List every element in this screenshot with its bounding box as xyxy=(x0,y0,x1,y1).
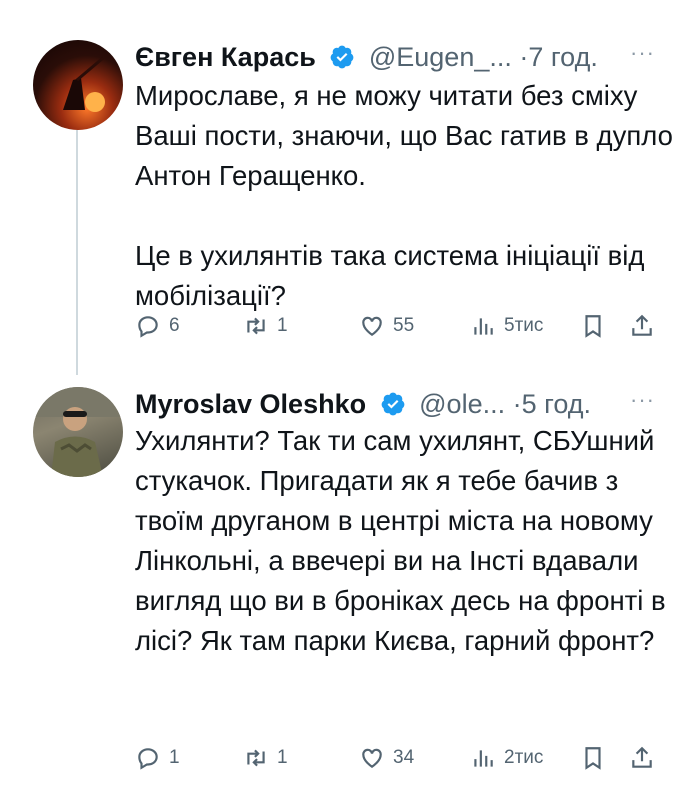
verified-badge-icon xyxy=(330,45,354,69)
repost-icon xyxy=(247,749,265,767)
thread-connector-line xyxy=(76,130,78,375)
author-handle[interactable]: @ole... xyxy=(419,389,505,419)
view-count: 5тис xyxy=(504,315,544,336)
views-chart-icon xyxy=(474,750,493,767)
views-chart-icon xyxy=(474,318,493,335)
tweet-time[interactable]: ·5 год. xyxy=(513,389,591,419)
reply-button[interactable]: 6 xyxy=(135,313,180,339)
view-count: 2тис xyxy=(504,747,544,768)
share-icon xyxy=(632,314,652,336)
more-options-icon[interactable]: ··· xyxy=(630,40,655,66)
author-name[interactable]: Myroslav Oleshko xyxy=(135,389,366,419)
reply-icon xyxy=(138,316,158,338)
reply-count: 1 xyxy=(169,747,180,768)
like-count: 34 xyxy=(393,747,415,768)
author-handle[interactable]: @Eugen_... xyxy=(369,42,512,72)
like-button[interactable]: 34 xyxy=(359,745,414,771)
heart-icon xyxy=(362,316,382,336)
share-button[interactable] xyxy=(629,313,655,339)
repost-count: 1 xyxy=(277,747,288,768)
bookmark-icon xyxy=(585,747,601,770)
share-icon xyxy=(632,746,652,768)
tweet-actions: 6 1 55 5тис xyxy=(135,313,655,347)
tweet-header: Myroslav Oleshko @ole... ·5 год. xyxy=(135,387,591,421)
tweet-header: Євген Карась @Eugen_... ·7 год. xyxy=(135,40,598,74)
tweet-actions: 1 1 34 2тис xyxy=(135,745,655,779)
share-button[interactable] xyxy=(629,745,655,771)
verified-badge-icon xyxy=(381,392,404,416)
author-name[interactable]: Євген Карась xyxy=(135,42,316,72)
repost-button[interactable]: 1 xyxy=(243,313,288,339)
reply-icon xyxy=(138,748,158,770)
tweet-text: Мирославе, я не можу читати без сміху Ва… xyxy=(135,80,673,311)
bookmark-button[interactable] xyxy=(580,313,606,339)
bookmark-icon xyxy=(585,315,601,338)
avatar[interactable] xyxy=(33,40,123,130)
bookmark-button[interactable] xyxy=(580,745,606,771)
heart-icon xyxy=(362,748,382,768)
repost-count: 1 xyxy=(277,315,288,336)
more-options-icon[interactable]: ··· xyxy=(630,387,655,413)
like-button[interactable]: 55 xyxy=(359,313,414,339)
repost-icon xyxy=(247,317,265,335)
like-count: 55 xyxy=(393,315,415,336)
reply-count: 6 xyxy=(169,315,180,336)
tweet-text: Ухилянти? Так ти сам ухилянт, СБУшний ст… xyxy=(135,425,666,656)
reply-button[interactable]: 1 xyxy=(135,745,180,771)
views-button[interactable]: 2тис xyxy=(470,745,543,771)
views-button[interactable]: 5тис xyxy=(470,313,543,339)
avatar[interactable] xyxy=(33,387,123,477)
tweet-time[interactable]: ·7 год. xyxy=(519,42,597,72)
repost-button[interactable]: 1 xyxy=(243,745,288,771)
